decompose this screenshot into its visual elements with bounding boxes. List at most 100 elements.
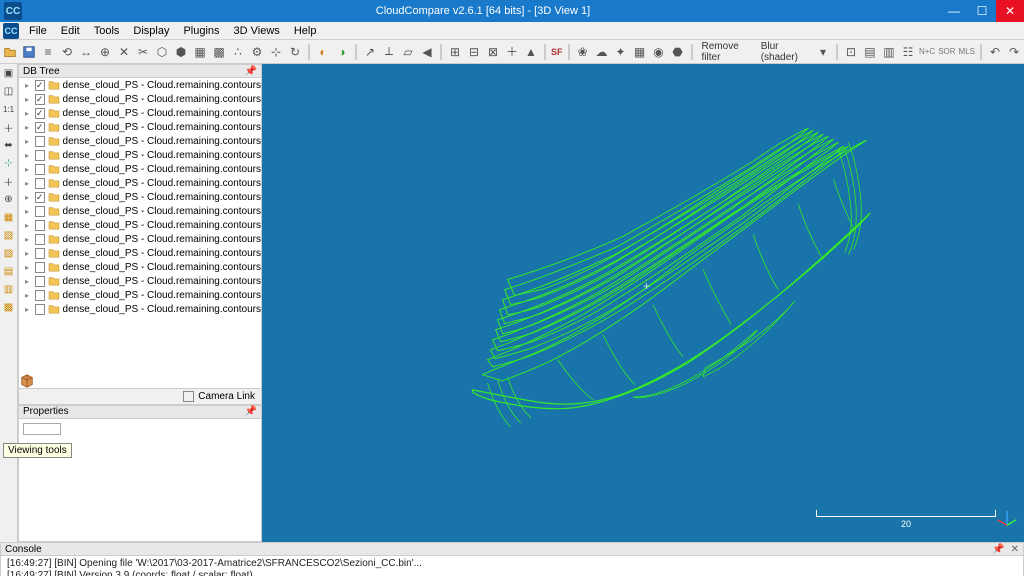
save-icon[interactable] [21, 44, 37, 60]
tree-item[interactable]: ▸dense_cloud_PS - Cloud.remaining.contou… [19, 288, 261, 302]
sf-icon[interactable]: SF [551, 44, 563, 60]
level-icon[interactable]: ⟂ [381, 44, 397, 60]
menu-3dviews[interactable]: 3D Views [227, 25, 287, 37]
expand-icon[interactable]: ▸ [25, 193, 32, 202]
back-icon[interactable]: ◀ [419, 44, 435, 60]
tree-item[interactable]: ▸dense_cloud_PS - Cloud.remaining.contou… [19, 218, 261, 232]
tree-item[interactable]: ▸✓dense_cloud_PS - Cloud.remaining.conto… [19, 78, 261, 92]
expand-icon[interactable]: ▸ [25, 305, 32, 314]
expand-icon[interactable]: ▸ [25, 277, 32, 286]
misc3-icon[interactable]: ▥ [881, 44, 897, 60]
remove-filter-button[interactable]: Remove filter [698, 41, 754, 63]
tree-item[interactable]: ▸dense_cloud_PS - Cloud.remaining.contou… [19, 274, 261, 288]
menu-tools[interactable]: Tools [87, 25, 127, 37]
expand-icon[interactable]: ▸ [25, 249, 32, 258]
plugin5-icon[interactable]: ◉ [651, 44, 667, 60]
tree-checkbox[interactable]: ✓ [35, 80, 45, 91]
tree-checkbox[interactable] [35, 304, 45, 315]
console-close-icon[interactable]: ✕ [1011, 544, 1019, 555]
expand-icon[interactable]: ▸ [25, 165, 32, 174]
tree-checkbox[interactable] [35, 276, 45, 287]
view-icon-2[interactable]: ▩ [211, 44, 227, 60]
tree-item[interactable]: ▸dense_cloud_PS - Cloud.remaining.contou… [19, 232, 261, 246]
expand-icon[interactable]: ▸ [25, 81, 32, 90]
expand-icon[interactable]: ▸ [25, 235, 32, 244]
segment2-icon[interactable]: ⊟ [466, 44, 482, 60]
tree-item[interactable]: ▸dense_cloud_PS - Cloud.remaining.contou… [19, 246, 261, 260]
expand-icon[interactable]: ▸ [25, 109, 32, 118]
misc4-icon[interactable]: ☷ [900, 44, 916, 60]
tree-checkbox[interactable] [35, 220, 45, 231]
sor-label[interactable]: SOR [938, 44, 955, 60]
sample-icon[interactable]: ∴ [230, 44, 246, 60]
tree-checkbox[interactable]: ✓ [35, 94, 45, 105]
console-pin-icon[interactable]: 📌 [992, 544, 1004, 555]
dbtree-panel[interactable]: ▸✓dense_cloud_PS - Cloud.remaining.conto… [18, 78, 262, 389]
plugin3-icon[interactable]: ✦ [613, 44, 629, 60]
view-top-icon[interactable]: ▣ [2, 66, 16, 80]
maximize-button[interactable]: ☐ [968, 0, 996, 22]
zoom-in2-icon[interactable]: ＋ [2, 174, 16, 188]
axis-icon[interactable]: ⊹ [268, 44, 284, 60]
expand-icon[interactable]: ▸ [25, 179, 32, 188]
view-x-icon[interactable]: ⬌ [2, 138, 16, 152]
app-menu-icon[interactable]: CC [3, 23, 19, 39]
tree-checkbox[interactable] [35, 164, 45, 175]
normals-icon[interactable]: ↗ [362, 44, 378, 60]
plugin6-icon[interactable]: ⬣ [670, 44, 686, 60]
config-icon[interactable]: ⚙ [249, 44, 265, 60]
add-icon[interactable]: ＋ [504, 44, 520, 60]
tree-item[interactable]: ▸✓dense_cloud_PS - Cloud.remaining.conto… [19, 190, 261, 204]
cube-icon[interactable] [20, 374, 34, 388]
tree-item[interactable]: ▸dense_cloud_PS - Cloud.remaining.contou… [19, 162, 261, 176]
tree-checkbox[interactable] [35, 136, 45, 147]
tree-checkbox[interactable] [35, 248, 45, 259]
shader-dropdown[interactable]: Blur (shader) [757, 41, 812, 63]
rotate-icon[interactable]: ⟲ [59, 44, 75, 60]
expand-icon[interactable]: ▸ [25, 123, 32, 132]
view-iso3-icon[interactable]: ▨ [2, 246, 16, 260]
proj-icon[interactable]: ▱ [400, 44, 416, 60]
tree-item[interactable]: ▸dense_cloud_PS - Cloud.remaining.contou… [19, 260, 261, 274]
plugin-icon[interactable]: ❀ [575, 44, 591, 60]
tool-icon[interactable]: ✂ [135, 44, 151, 60]
property-field[interactable] [23, 423, 61, 435]
camera-link-checkbox[interactable] [183, 391, 194, 402]
tree-item[interactable]: ▸dense_cloud_PS - Cloud.remaining.contou… [19, 302, 261, 316]
translate-icon[interactable]: ↔ [78, 44, 94, 60]
undo-icon[interactable]: ↶ [987, 44, 1003, 60]
align-icon[interactable]: ≡ [40, 44, 56, 60]
plugin2-icon[interactable]: ☁ [594, 44, 610, 60]
expand-icon[interactable]: ▸ [25, 137, 32, 146]
view-1to1-icon[interactable]: 1:1 [2, 102, 16, 116]
expand-icon[interactable]: ▸ [25, 207, 32, 216]
tree-checkbox[interactable]: ✓ [35, 192, 45, 203]
tool-icon-3[interactable]: ⬢ [173, 44, 189, 60]
merge-icon[interactable]: ⊕ [97, 44, 113, 60]
tree-checkbox[interactable] [35, 206, 45, 217]
zoom-reset-icon[interactable]: ⊕ [2, 192, 16, 206]
pin-icon[interactable]: 📌 [245, 406, 261, 417]
3d-viewport[interactable]: + 20 [262, 64, 1024, 542]
view-axes-icon[interactable]: ⊹ [2, 156, 16, 170]
tree-checkbox[interactable]: ✓ [35, 108, 45, 119]
minimize-button[interactable]: — [940, 0, 968, 22]
expand-icon[interactable]: ▸ [25, 95, 32, 104]
tree-checkbox[interactable] [35, 262, 45, 273]
close-button[interactable]: ✕ [996, 0, 1024, 22]
misc2-icon[interactable]: ▤ [862, 44, 878, 60]
tree-item[interactable]: ▸✓dense_cloud_PS - Cloud.remaining.conto… [19, 106, 261, 120]
pin-icon[interactable]: 📌 [245, 66, 261, 77]
view-iso5-icon[interactable]: ▥ [2, 282, 16, 296]
tool-icon-2[interactable]: ⬡ [154, 44, 170, 60]
tree-checkbox[interactable] [35, 150, 45, 161]
tree-checkbox[interactable] [35, 234, 45, 245]
view-icon[interactable]: ▦ [192, 44, 208, 60]
tree-checkbox[interactable]: ✓ [35, 122, 45, 133]
expand-icon[interactable]: ▸ [25, 221, 32, 230]
tree-item[interactable]: ▸dense_cloud_PS - Cloud.remaining.contou… [19, 134, 261, 148]
segment3-icon[interactable]: ⊠ [485, 44, 501, 60]
view-iso2-icon[interactable]: ▧ [2, 228, 16, 242]
up-icon[interactable]: ▲ [523, 44, 539, 60]
expand-icon[interactable]: ▸ [25, 263, 32, 272]
